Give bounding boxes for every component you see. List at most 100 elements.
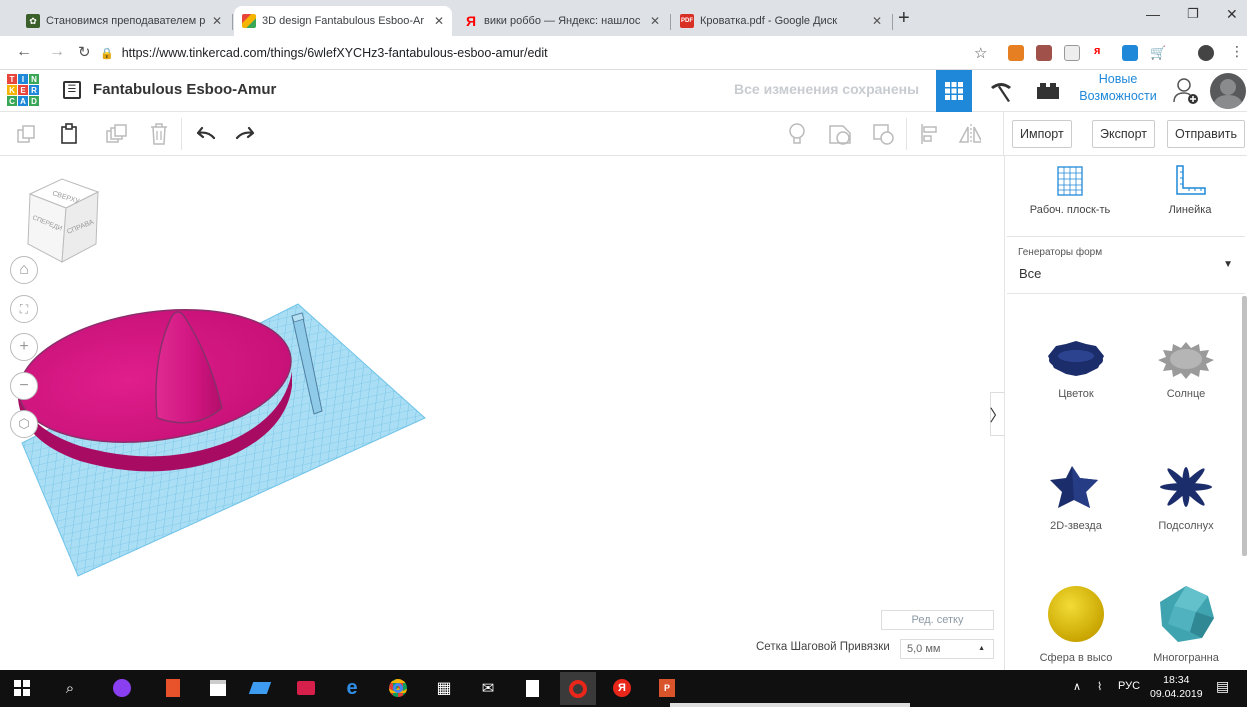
opera-icon[interactable] [560, 672, 596, 705]
shape-item-sun[interactable]: Солнце [1131, 340, 1241, 400]
lego-view-button[interactable] [1030, 70, 1066, 112]
url-field[interactable]: 🔒 https://www.tinkercad.com/things/6wlef… [100, 41, 1000, 65]
shape-item-2d-star[interactable]: 2D-звезда [1021, 462, 1131, 532]
minimize-icon[interactable]: — [1146, 6, 1160, 22]
copy-button[interactable] [14, 122, 38, 146]
app-blue-icon[interactable] [248, 678, 272, 698]
chrome-icon[interactable] [388, 678, 408, 698]
shape-label: Подсолнух [1158, 520, 1214, 532]
new-tab-icon[interactable]: + [898, 8, 910, 28]
copy-icon [17, 125, 35, 143]
close-tab-icon[interactable]: ✕ [434, 14, 444, 28]
workplane-canvas[interactable]: СВЕРХУ СПЕРЕДИ СПРАВА ⌂ ⛶ + − ⬡ Ред. сет… [0, 156, 1003, 670]
shape-item-sunflower[interactable]: Подсолнух [1131, 462, 1241, 532]
star-shape-icon [1050, 466, 1098, 508]
ruler-tool[interactable]: Линейка [1135, 164, 1245, 216]
app-orange-icon[interactable] [163, 678, 183, 698]
design-title[interactable]: Fantabulous Esboo-Amur [93, 81, 276, 98]
fit-view-button[interactable]: ⛶ [10, 295, 38, 323]
zoom-in-button[interactable]: + [10, 333, 38, 361]
browser-menu-icon[interactable]: ⋮ [1230, 43, 1244, 60]
workplane-tool[interactable]: Рабоч. плоск-ть [1015, 164, 1125, 216]
yandex-extension-icon[interactable]: я [1094, 45, 1110, 61]
group-button[interactable] [828, 122, 852, 146]
note-light-button[interactable] [785, 122, 809, 146]
extension-icon[interactable] [1008, 45, 1024, 61]
browser-tab-2[interactable]: 3D design Fantabulous Esboo-Ar ✕ [234, 6, 452, 36]
sphere-shape-icon [1048, 586, 1104, 642]
align-button[interactable] [917, 122, 941, 146]
toolbar-divider [181, 118, 182, 150]
search-icon[interactable]: ⌕ [60, 678, 80, 698]
profile-icon[interactable] [1198, 45, 1214, 61]
shape-item-sphere[interactable]: Сфера в высо [1021, 584, 1131, 664]
home-view-button[interactable]: ⌂ [10, 256, 38, 284]
collapse-panel-button[interactable]: 〉 [990, 392, 1006, 436]
clock-time: 18:34 [1163, 674, 1190, 686]
shape-item-polyhedron[interactable]: Многогранна [1131, 584, 1241, 664]
extension-icon[interactable] [1064, 45, 1080, 61]
back-icon[interactable]: ← [16, 43, 32, 61]
redo-button[interactable] [234, 122, 258, 146]
windows-start-icon[interactable] [12, 678, 32, 698]
shape-item-flower[interactable]: Цветок [1021, 340, 1131, 400]
alice-icon[interactable] [112, 678, 132, 698]
reload-icon[interactable]: ↻ [78, 43, 91, 61]
user-avatar[interactable] [1210, 73, 1246, 109]
shape-generators-dropdown[interactable]: Генераторы форм Все ▼ [1007, 236, 1245, 294]
tray-expand-icon[interactable]: ∧ [1073, 680, 1081, 693]
3d-view-button[interactable] [936, 70, 972, 112]
projection-button[interactable]: ⬡ [10, 410, 38, 438]
tab-title: Становимся преподавателем р [46, 15, 206, 27]
browser-tab-1[interactable]: ✿ Становимся преподавателем р ✕ [18, 6, 230, 36]
paste-button[interactable] [57, 122, 81, 146]
design-menu-icon[interactable]: ☰ [63, 81, 81, 99]
notifications-icon[interactable]: ▤ [1216, 678, 1229, 695]
export-button[interactable]: Экспорт [1092, 120, 1155, 148]
taskbar-clock[interactable]: 18:34 09.04.2019 [1150, 673, 1203, 701]
cube-icon: ⬡ [18, 416, 30, 431]
ungroup-button[interactable] [872, 122, 896, 146]
mirror-button[interactable] [957, 122, 981, 146]
extension-icon[interactable] [1036, 45, 1052, 61]
undo-button[interactable] [193, 122, 217, 146]
tab-title: Кроватка.pdf - Google Диск [700, 15, 838, 27]
bookmark-star-icon[interactable]: ☆ [974, 44, 987, 62]
cart-extension-icon[interactable]: 🛒 [1150, 45, 1166, 61]
close-tab-icon[interactable]: ✕ [872, 14, 882, 28]
close-tab-icon[interactable]: ✕ [212, 14, 222, 28]
calculator-icon[interactable]: ▦ [434, 678, 454, 698]
yandex-browser-icon[interactable]: Я [612, 678, 632, 698]
browser-tab-4[interactable]: PDF Кроватка.pdf - Google Диск ✕ [672, 6, 890, 36]
zoom-out-button[interactable]: − [10, 372, 38, 400]
extension-icon[interactable] [1122, 45, 1138, 61]
restore-icon[interactable]: ❐ [1187, 6, 1199, 22]
browser-tab-3[interactable]: Я вики роббо — Яндекс: нашлос ✕ [456, 6, 668, 36]
edge-icon[interactable]: e [342, 677, 362, 699]
mail-icon[interactable] [296, 678, 316, 698]
add-collaborator-button[interactable] [1168, 70, 1204, 112]
powerpoint-icon[interactable]: P [657, 678, 677, 698]
logo-letter: A [18, 96, 28, 106]
send-button[interactable]: Отправить [1167, 120, 1245, 148]
language-indicator[interactable]: РУС [1118, 680, 1140, 692]
store-icon[interactable] [208, 678, 228, 698]
document-icon[interactable] [522, 678, 542, 698]
new-features-link[interactable]: Новые Возможности [1074, 71, 1162, 105]
tinkercad-logo[interactable]: T I N K E R C A D [7, 74, 39, 106]
mail-envelope-icon[interactable]: ✉ [478, 678, 498, 698]
close-tab-icon[interactable]: ✕ [650, 14, 660, 28]
forward-icon[interactable]: → [49, 43, 65, 61]
close-window-icon[interactable]: ✕ [1226, 6, 1238, 23]
import-button[interactable]: Импорт [1012, 120, 1072, 148]
delete-button[interactable] [147, 122, 171, 146]
edit-grid-button[interactable]: Ред. сетку [881, 610, 994, 630]
pdf-favicon-icon: PDF [680, 14, 694, 28]
duplicate-button[interactable] [104, 122, 128, 146]
panel-scrollbar[interactable] [1242, 296, 1247, 556]
network-icon[interactable]: ⌇ [1097, 680, 1102, 693]
snap-grid-select[interactable]: 5,0 мм ▲ [900, 639, 994, 659]
toolbar-divider [906, 118, 907, 150]
minecraft-view-button[interactable] [983, 70, 1019, 112]
logo-letter: N [29, 74, 39, 84]
